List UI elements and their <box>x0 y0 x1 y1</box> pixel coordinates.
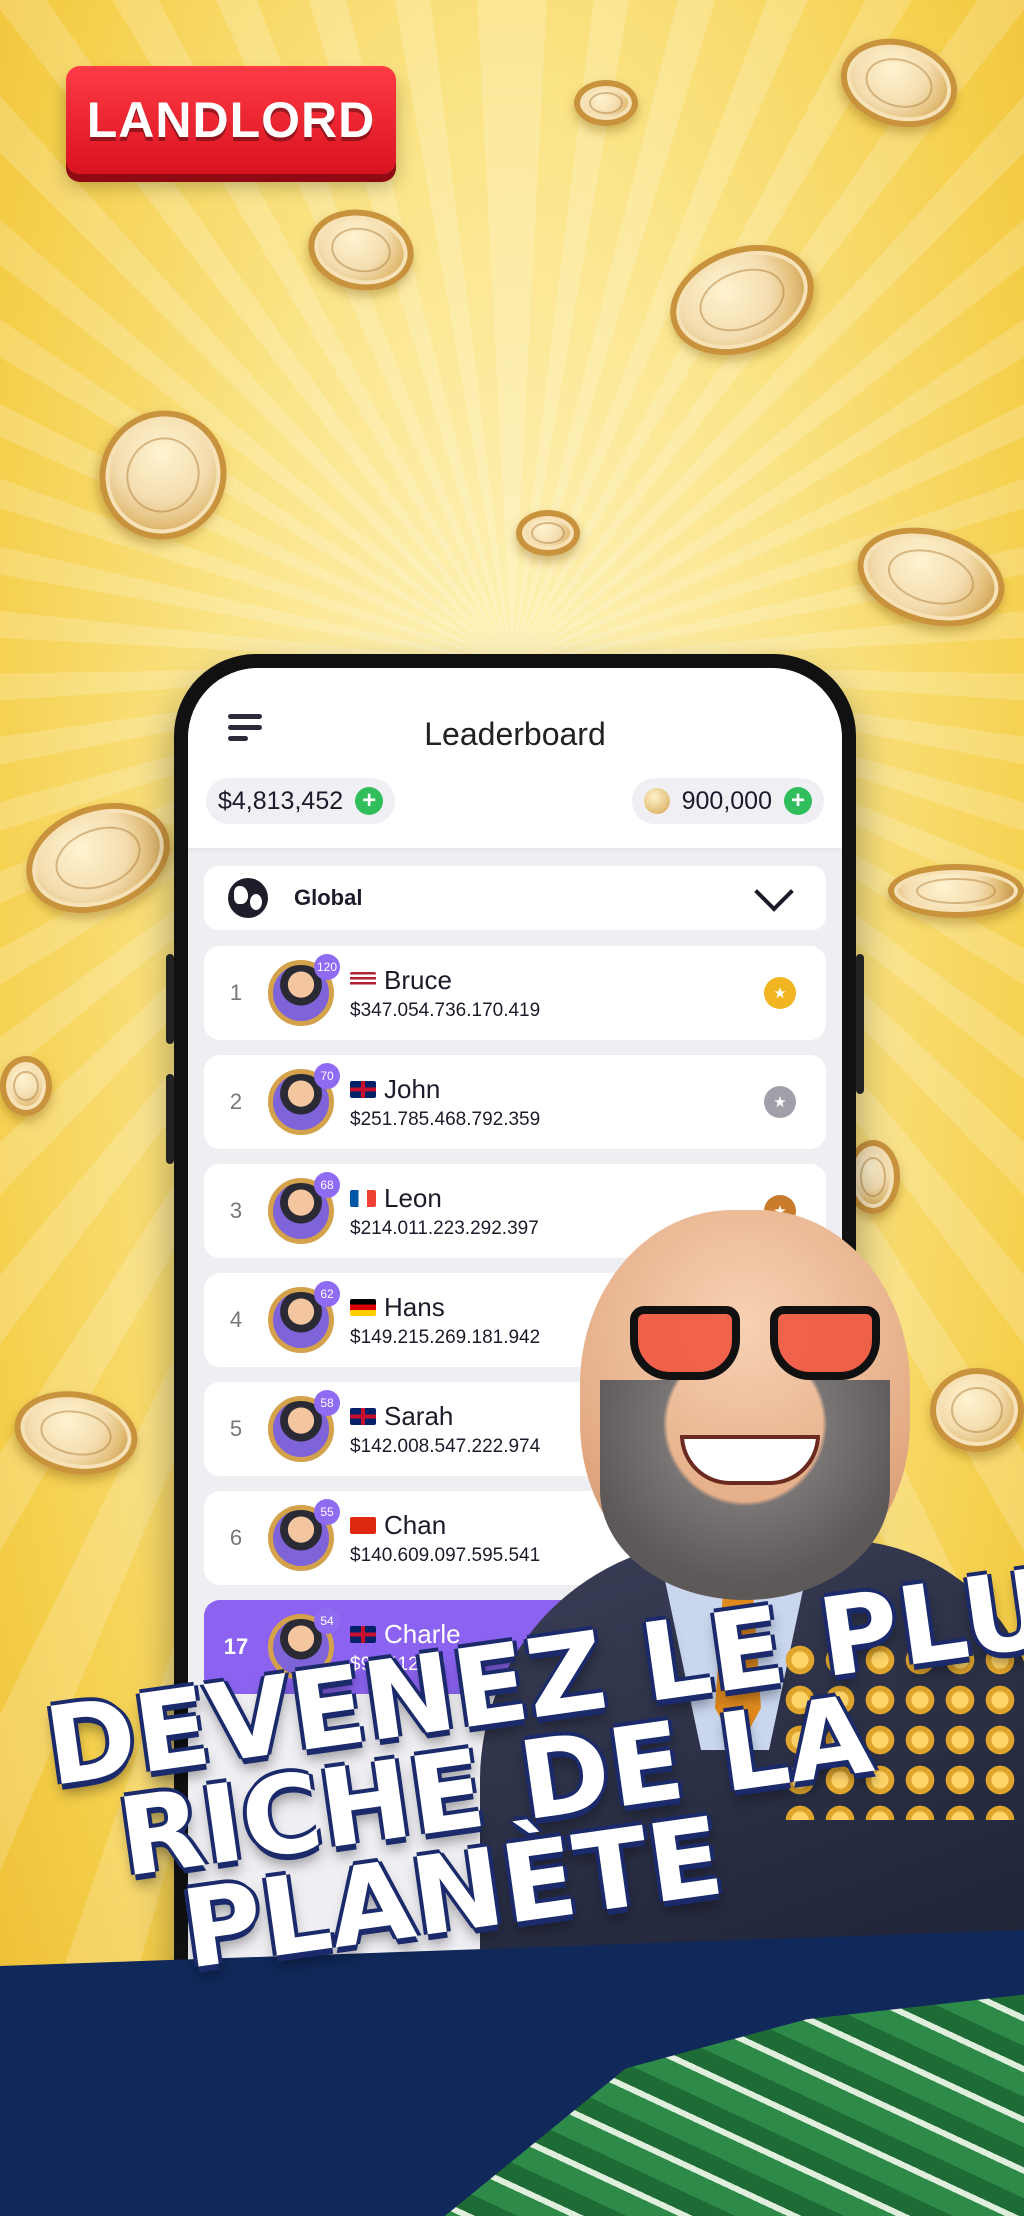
coin-value: 900,000 <box>681 786 772 815</box>
coin-decoration <box>75 387 251 563</box>
coin-decoration <box>0 1056 52 1116</box>
add-cash-button[interactable]: + <box>355 787 384 815</box>
player-name-line: Bruce <box>350 965 826 996</box>
region-dropdown[interactable]: Global <box>204 866 826 930</box>
flag-de-icon <box>350 1298 376 1316</box>
player-name-line: John <box>350 1074 826 1105</box>
level-badge: 68 <box>314 1172 340 1198</box>
level-badge: 58 <box>314 1390 340 1416</box>
player-info: John $251.785.468.792.359 <box>350 1074 826 1131</box>
flag-fr-icon <box>350 1189 376 1207</box>
rank-number: 6 <box>229 1525 243 1550</box>
coin-icon <box>643 788 670 814</box>
player-net-worth: $251.785.468.792.359 <box>350 1108 541 1130</box>
avatar: 55 <box>268 1499 340 1571</box>
coin-balance: 900,000 + <box>631 778 824 824</box>
leaderboard-row[interactable]: 2 70 John $251.785.468.792.359 ★ <box>204 1055 826 1149</box>
flag-gb-icon <box>350 1080 376 1098</box>
level-badge: 62 <box>314 1281 340 1307</box>
avatar: 120 <box>268 954 340 1026</box>
level-badge: 55 <box>314 1499 340 1525</box>
coin-decoration <box>830 26 968 140</box>
silver-medal-icon: ★ <box>764 1086 796 1118</box>
gold-medal-icon: ★ <box>764 977 796 1009</box>
avatar: 58 <box>268 1390 340 1462</box>
level-badge: 120 <box>314 954 340 980</box>
player-name: Leon <box>384 1182 442 1213</box>
player-net-worth: $347.054.736.170.419 <box>350 999 541 1021</box>
level-badge: 54 <box>314 1608 340 1634</box>
rank-number: 1 <box>229 980 243 1005</box>
player-name: Bruce <box>384 964 452 995</box>
globe-icon <box>228 878 268 918</box>
player-info: Bruce $347.054.736.170.419 <box>350 965 826 1022</box>
avatar: 68 <box>268 1172 340 1244</box>
phone-button <box>166 954 174 1044</box>
level-badge: 70 <box>314 1063 340 1089</box>
coin-decoration <box>888 864 1024 918</box>
rank-number: 3 <box>229 1198 243 1223</box>
player-name: Chan <box>384 1509 447 1540</box>
add-coins-button[interactable]: + <box>784 787 812 815</box>
phone-button <box>856 954 864 1094</box>
chevron-down-icon <box>754 872 794 912</box>
player-name: John <box>384 1073 441 1104</box>
leaderboard-header: Leaderboard $4,813,452 + 900,000 + <box>188 668 842 848</box>
leaderboard-row[interactable]: 1 120 Bruce $347.054.736.170.419 ★ <box>204 946 826 1040</box>
region-label: Global <box>294 885 363 910</box>
sunglasses-icon <box>630 1306 890 1386</box>
cash-balance: $4,813,452 + <box>206 778 396 824</box>
page-title: Leaderboard <box>424 716 606 752</box>
coin-decoration <box>654 225 830 375</box>
rank-number: 5 <box>229 1416 243 1441</box>
coin-decoration <box>846 512 1016 642</box>
coin-decoration <box>301 201 421 299</box>
cash-value: $4,813,452 <box>218 786 344 815</box>
flag-cn-icon <box>350 1516 376 1534</box>
rank-number: 2 <box>229 1089 243 1114</box>
coin-decoration <box>10 783 186 933</box>
landlord-logo: LANDLORD <box>66 66 396 174</box>
flag-gb-icon <box>350 1407 376 1425</box>
player-name-line: Leon <box>350 1183 826 1214</box>
rank-number: 4 <box>229 1307 243 1332</box>
coin-decoration <box>574 80 638 126</box>
avatar: 70 <box>268 1063 340 1135</box>
player-name: Hans <box>384 1291 445 1322</box>
flag-us-icon <box>350 971 376 989</box>
phone-button <box>166 1074 174 1164</box>
coin-decoration <box>516 510 580 556</box>
character-beard <box>600 1380 890 1600</box>
coin-decoration <box>7 1381 145 1485</box>
avatar: 62 <box>268 1281 340 1353</box>
